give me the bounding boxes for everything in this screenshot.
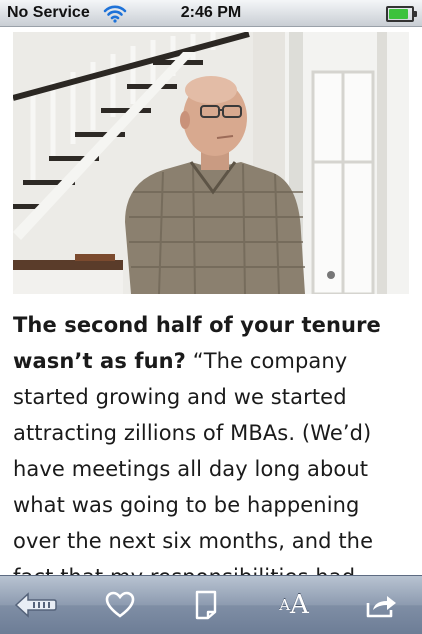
back-arrow-icon	[14, 592, 57, 618]
heart-icon	[105, 591, 135, 618]
back-button[interactable]	[14, 589, 58, 621]
portrait-photo-icon	[13, 32, 409, 294]
article-text: The second half of your tenure wasn’t as…	[13, 307, 409, 595]
share-button[interactable]	[364, 589, 400, 621]
battery-tip	[414, 11, 417, 17]
bottom-toolbar: AA	[0, 575, 422, 634]
notes-button[interactable]	[192, 589, 220, 621]
font-size-button[interactable]: AA	[272, 589, 316, 621]
font-size-large-label: A	[290, 590, 309, 620]
clock: 2:46 PM	[180, 4, 242, 21]
status-bar: No Service 2:46 PM	[0, 0, 422, 27]
share-arrow-icon	[366, 596, 396, 618]
page-icon	[195, 590, 217, 620]
battery-level	[389, 9, 408, 19]
article-answer: “The company started growing and we star…	[13, 349, 374, 589]
font-size-small-label: A	[279, 596, 291, 614]
favorite-button[interactable]	[104, 589, 136, 621]
battery-icon	[386, 6, 417, 22]
article-photo	[13, 32, 409, 294]
